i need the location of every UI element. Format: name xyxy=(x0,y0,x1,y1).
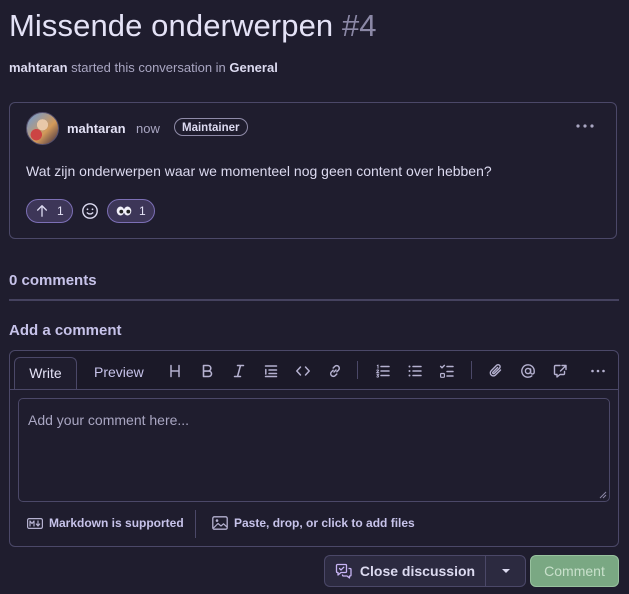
triangle-down-icon xyxy=(501,568,511,574)
post-body: Wat zijn onderwerpen waar we momenteel n… xyxy=(26,163,492,179)
footer-divider xyxy=(195,510,196,538)
bold-icon[interactable] xyxy=(197,361,217,381)
attach-files-button[interactable]: Paste, drop, or click to add files xyxy=(212,516,415,530)
discussion-title: Missende onderwerpen xyxy=(9,8,334,43)
comment-textarea[interactable]: Add your comment here... xyxy=(18,398,610,502)
paperclip-icon[interactable] xyxy=(486,361,506,381)
more-icon[interactable] xyxy=(588,361,608,381)
close-discussion-label: Close discussion xyxy=(359,563,476,579)
reaction-count: 1 xyxy=(57,204,64,218)
meta-text: started this conversation in xyxy=(67,60,230,75)
discussion-closed-icon xyxy=(335,563,353,579)
link-icon[interactable] xyxy=(325,361,345,381)
discussion-number: #4 xyxy=(341,8,377,43)
smiley-icon xyxy=(81,202,99,220)
eyes-icon xyxy=(116,205,132,217)
discussion-post: mahtaran now Maintainer Wat zijn onderwe… xyxy=(9,102,617,239)
add-reaction-button[interactable] xyxy=(79,200,101,222)
heading-icon[interactable] xyxy=(165,361,185,381)
tab-write[interactable]: Write xyxy=(14,357,77,389)
meta-author-link[interactable]: mahtaran xyxy=(9,60,68,75)
reaction-upvote-button[interactable]: 1 xyxy=(26,199,73,223)
maintainer-badge: Maintainer xyxy=(174,118,248,136)
page-title: Missende onderwerpen #4 xyxy=(9,8,377,44)
mention-icon[interactable] xyxy=(518,361,538,381)
close-discussion-button[interactable]: Close discussion xyxy=(324,555,485,587)
comment-button[interactable]: Comment xyxy=(530,555,619,587)
comment-placeholder: Add your comment here... xyxy=(28,412,190,428)
add-comment-heading: Add a comment xyxy=(9,322,122,339)
markdown-label: Markdown is supported xyxy=(49,516,184,530)
comments-count: 0 comments xyxy=(9,272,97,289)
avatar[interactable] xyxy=(26,112,59,145)
toolbar-divider xyxy=(357,361,358,379)
task-list-icon[interactable] xyxy=(437,361,457,381)
cross-reference-icon[interactable] xyxy=(550,361,570,381)
code-icon[interactable] xyxy=(293,361,313,381)
image-icon xyxy=(212,516,228,530)
toolbar-divider xyxy=(471,361,472,379)
quote-icon[interactable] xyxy=(261,361,281,381)
arrow-up-icon xyxy=(35,204,49,218)
files-label: Paste, drop, or click to add files xyxy=(234,516,415,530)
post-timestamp[interactable]: now xyxy=(136,121,160,136)
kebab-horizontal-icon[interactable] xyxy=(576,115,594,133)
reaction-count: 1 xyxy=(139,204,146,218)
tab-preview[interactable]: Preview xyxy=(94,364,144,380)
markdown-hint[interactable]: Markdown is supported xyxy=(27,516,184,530)
post-author[interactable]: mahtaran xyxy=(67,121,126,136)
editor-toolbar: Write Preview xyxy=(10,351,618,390)
reaction-eyes-button[interactable]: 1 xyxy=(107,199,155,223)
unordered-list-icon[interactable] xyxy=(405,361,425,381)
discussion-meta: mahtaran started this conversation in Ge… xyxy=(9,60,278,75)
ordered-list-icon[interactable] xyxy=(373,361,393,381)
resize-handle-icon[interactable] xyxy=(599,491,607,499)
comment-editor: Write Preview Add your comment here... M… xyxy=(9,350,619,547)
meta-category-link[interactable]: General xyxy=(229,60,277,75)
italic-icon[interactable] xyxy=(229,361,249,381)
markdown-icon xyxy=(27,517,43,529)
close-options-button[interactable] xyxy=(485,555,526,587)
divider xyxy=(9,299,619,301)
